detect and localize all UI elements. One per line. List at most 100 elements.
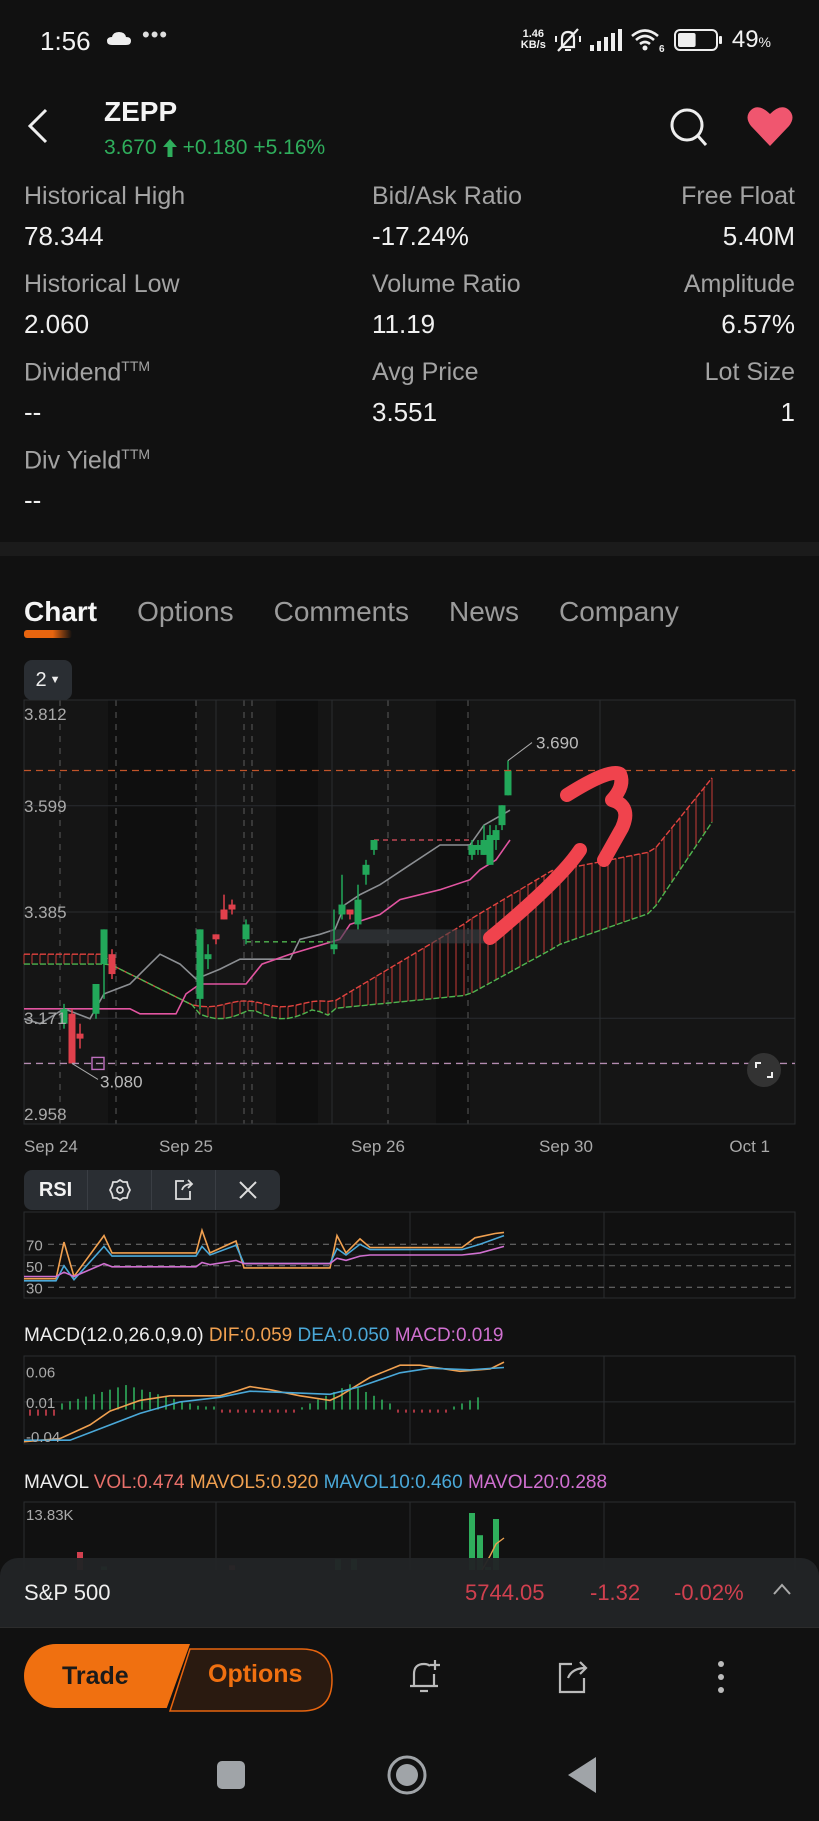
quote-line: 3.670 +0.180 +5.16% bbox=[104, 136, 325, 160]
y-tick-label: 3.385 bbox=[24, 903, 67, 922]
rsi-tick-label: 50 bbox=[26, 1259, 43, 1276]
candle-body bbox=[330, 944, 338, 950]
battery-percent: 49% bbox=[731, 26, 771, 53]
status-right: 1.46 KB/s 6 49% bbox=[521, 26, 771, 54]
period-value: 2 bbox=[35, 668, 47, 691]
highlight-band bbox=[330, 929, 490, 944]
rsi-settings-button[interactable] bbox=[88, 1170, 152, 1210]
macd-value: MACD:0.019 bbox=[394, 1325, 504, 1346]
stat-lot-size: Lot Size 1 bbox=[704, 358, 795, 427]
candle-body bbox=[492, 830, 500, 841]
options-button[interactable]: Options bbox=[168, 1644, 334, 1712]
candle-body bbox=[486, 835, 494, 865]
candle bbox=[196, 929, 204, 1009]
price-chart[interactable]: 3.690 3.080 3.812 3.599 3.385 3.171 2.958 Sep… bbox=[0, 690, 819, 1160]
x-tick-label: Sep 25 bbox=[159, 1137, 213, 1156]
y-tick-label: 3.599 bbox=[24, 797, 67, 816]
macd-tick-label: 0.01 bbox=[26, 1395, 55, 1412]
last-price: 3.670 bbox=[104, 136, 157, 159]
fullscreen-button[interactable] bbox=[747, 1053, 781, 1087]
candle-body bbox=[480, 840, 488, 855]
stock-header: ZEPP 3.670 +0.180 +5.16% bbox=[0, 84, 819, 174]
rsi-close-button[interactable] bbox=[216, 1170, 280, 1210]
ticker-symbol: ZEPP bbox=[104, 96, 178, 127]
stat-div-yield-ttm: Div YieldTTM -- bbox=[24, 446, 151, 516]
share-icon[interactable] bbox=[552, 1656, 594, 1698]
home-button[interactable] bbox=[387, 1755, 427, 1795]
x-tick-label: Sep 26 bbox=[351, 1137, 405, 1156]
candle-body bbox=[196, 929, 204, 999]
mavol-20: MAVOL20:0.288 bbox=[467, 1472, 608, 1493]
macd-dea: DEA:0.050 bbox=[297, 1325, 390, 1346]
stat-historical-low: Historical Low 2.060 bbox=[24, 270, 180, 339]
mavol-vol: VOL:0.474 bbox=[93, 1472, 185, 1493]
price-alert-icon[interactable] bbox=[404, 1656, 446, 1698]
rsi-label[interactable]: RSI bbox=[24, 1170, 88, 1210]
mavol-legend: MAVOL VOL:0.474 MAVOL5:0.920 MAVOL10:0.4… bbox=[24, 1472, 607, 1494]
candle-body bbox=[354, 899, 362, 925]
cloud-icon bbox=[107, 32, 131, 45]
index-change: -1.32 bbox=[590, 1580, 641, 1605]
index-change-pct: -0.02% bbox=[674, 1580, 744, 1605]
trade-button[interactable]: Trade bbox=[24, 1644, 190, 1708]
status-bar: 1:56 ••• 1.46 KB/s 6 49% bbox=[0, 0, 819, 84]
more-menu-icon[interactable] bbox=[700, 1656, 742, 1698]
candle-body bbox=[474, 844, 482, 850]
stat-free-float: Free Float 5.40M bbox=[681, 182, 795, 251]
candle-body bbox=[346, 909, 354, 915]
candle-body bbox=[68, 1013, 76, 1064]
mavol-title: MAVOL bbox=[24, 1472, 89, 1493]
candle-body bbox=[504, 770, 512, 796]
candle-body bbox=[212, 934, 220, 940]
stat-avg-price: Avg Price 3.551 bbox=[372, 358, 479, 427]
macd-dif: DIF:0.059 bbox=[208, 1325, 293, 1346]
index-ticker-bar[interactable]: S&P 500 5744.05 -1.32 -0.02% bbox=[0, 1558, 819, 1628]
back-button[interactable] bbox=[24, 106, 54, 146]
rsi-share-button[interactable] bbox=[152, 1170, 216, 1210]
candle-body bbox=[498, 805, 506, 826]
caret-down-icon: ▼ bbox=[49, 674, 61, 686]
section-divider bbox=[0, 542, 819, 556]
stat-bid-ask-ratio: Bid/Ask Ratio -17.24% bbox=[372, 182, 523, 251]
candle-body bbox=[370, 840, 378, 850]
bottom-actions: Trade Options bbox=[0, 1640, 819, 1720]
favorite-heart-icon[interactable] bbox=[746, 104, 794, 148]
candle-body bbox=[242, 924, 250, 940]
tab-chart[interactable]: Chart bbox=[24, 596, 97, 638]
rsi-chart[interactable]: 70 50 30 bbox=[0, 1210, 819, 1310]
stat-amplitude: Amplitude 6.57% bbox=[683, 270, 795, 339]
options-button-label: Options bbox=[208, 1660, 303, 1688]
x-tick-label: Sep 24 bbox=[24, 1137, 78, 1156]
back-nav-button[interactable] bbox=[568, 1757, 596, 1793]
macd-chart[interactable]: 0.06 0.01 -0.04 bbox=[0, 1354, 819, 1446]
tab-news[interactable]: News bbox=[449, 596, 519, 628]
rsi-tick-label: 70 bbox=[26, 1237, 43, 1254]
candle-body bbox=[100, 929, 108, 965]
status-time: 1:56 bbox=[40, 26, 91, 56]
mavol-10: MAVOL10:0.460 bbox=[323, 1472, 463, 1493]
settings-icon bbox=[108, 1178, 131, 1202]
candle-body bbox=[338, 904, 346, 915]
tab-company[interactable]: Company bbox=[559, 596, 679, 628]
svg-text:6: 6 bbox=[659, 44, 665, 53]
macd-tick-label: 0.06 bbox=[26, 1365, 55, 1382]
y-tick-label: 3.171 bbox=[24, 1009, 67, 1028]
net-speed: 1.46 KB/s bbox=[520, 28, 546, 51]
candle bbox=[68, 1008, 76, 1064]
rsi-toolbar: RSI bbox=[24, 1170, 280, 1210]
search-icon[interactable] bbox=[668, 106, 710, 148]
up-arrow-icon bbox=[162, 139, 177, 157]
candle bbox=[92, 983, 100, 1019]
tab-options[interactable]: Options bbox=[137, 596, 234, 628]
tab-comments[interactable]: Comments bbox=[274, 596, 409, 628]
recent-apps-button[interactable] bbox=[217, 1761, 245, 1789]
candle-body bbox=[108, 954, 116, 975]
candle-body bbox=[220, 909, 228, 920]
battery-icon bbox=[673, 29, 722, 51]
candle-body bbox=[76, 1033, 84, 1039]
y-tick-label: 2.958 bbox=[24, 1105, 67, 1124]
price-change-pct: +5.16% bbox=[253, 136, 326, 159]
chevron-up-icon[interactable] bbox=[772, 1582, 792, 1596]
share-icon bbox=[174, 1179, 193, 1200]
mute-icon bbox=[554, 28, 581, 52]
